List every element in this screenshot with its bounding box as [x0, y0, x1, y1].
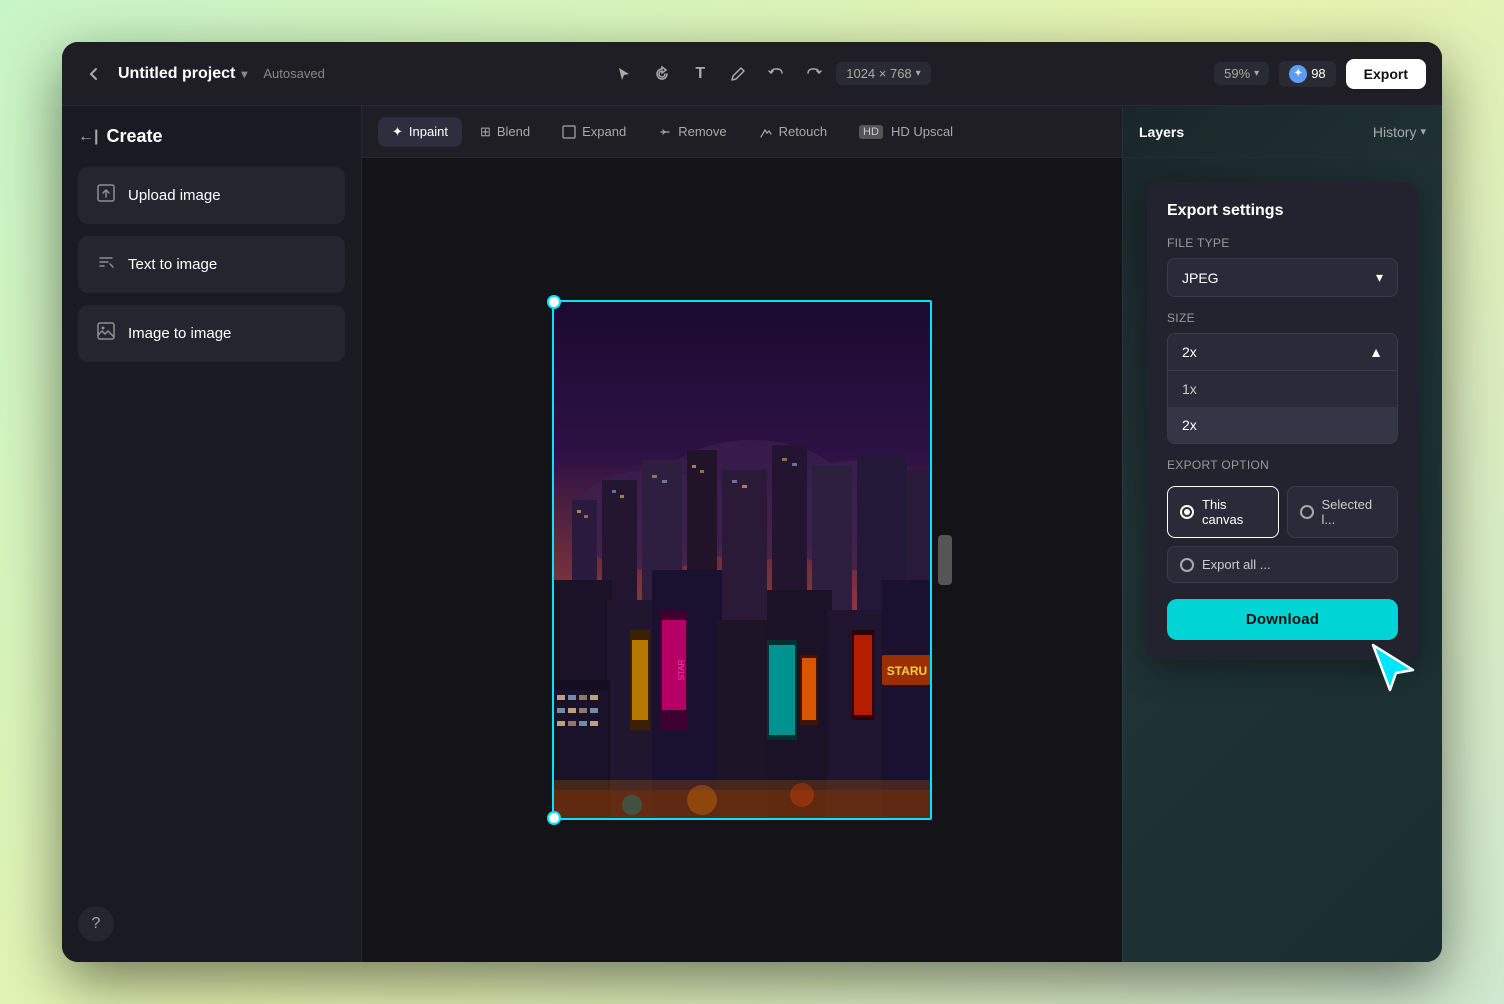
create-label: Create — [106, 126, 162, 147]
selected-radio — [1300, 505, 1314, 519]
export-option-label: Export option — [1167, 458, 1398, 472]
credits-badge[interactable]: ✦ 98 — [1279, 61, 1335, 87]
image-to-image-icon — [96, 321, 116, 346]
size-value: 2x — [1182, 344, 1197, 360]
file-type-value: JPEG — [1182, 270, 1219, 286]
history-dropdown-icon: ▾ — [1420, 125, 1426, 138]
export-all-button[interactable]: Export all ... — [1167, 546, 1398, 583]
retouch-icon — [759, 125, 773, 139]
redo-button[interactable] — [798, 58, 830, 90]
zoom-level-selector[interactable]: 59% ▾ — [1214, 62, 1269, 85]
export-all-radio — [1180, 558, 1194, 572]
size-dropdown-icon: ▲ — [1369, 344, 1383, 360]
left-sidebar: ←| Create Upload image — [62, 106, 362, 962]
project-dropdown-icon: ▾ — [241, 67, 247, 81]
project-name[interactable]: Untitled project ▾ — [118, 65, 247, 83]
main-layout: ←| Create Upload image — [62, 106, 1442, 962]
toolbar: ✦ Inpaint ⊞ Blend Expand Remove Ret — [362, 106, 1122, 158]
tab-expand[interactable]: Expand — [548, 117, 640, 146]
credits-icon: ✦ — [1289, 65, 1307, 83]
app-window: Untitled project ▾ Autosaved T — [62, 42, 1442, 962]
rotate-tool-button[interactable] — [646, 58, 678, 90]
export-button[interactable]: Export — [1346, 59, 1426, 89]
tab-remove[interactable]: Remove — [644, 117, 740, 146]
right-panel: Layers History ▾ Export settings File ty… — [1122, 106, 1442, 962]
upload-icon — [96, 183, 116, 208]
file-type-selector[interactable]: JPEG ▾ — [1167, 258, 1398, 297]
export-settings-panel: Export settings File type JPEG ▾ Size 2x… — [1147, 182, 1418, 660]
download-wrapper: Download — [1167, 583, 1398, 640]
create-header: ←| Create — [78, 126, 345, 147]
top-bar-right: 59% ▾ ✦ 98 Export — [1214, 59, 1426, 89]
export-all-label: Export all ... — [1202, 557, 1271, 572]
inpaint-icon: ✦ — [392, 124, 403, 140]
tab-retouch[interactable]: Retouch — [745, 117, 841, 146]
credits-count: 98 — [1311, 66, 1325, 81]
expand-icon — [562, 125, 576, 139]
text-to-image-button[interactable]: Text to image — [78, 236, 345, 293]
autosaved-status: Autosaved — [263, 66, 324, 81]
size-option-2x[interactable]: 2x — [1168, 407, 1397, 443]
canvas-image-wrapper[interactable]: STAR — [552, 300, 932, 820]
blend-icon: ⊞ — [480, 124, 491, 140]
right-panel-header: Layers History ▾ — [1123, 106, 1442, 158]
create-back-icon: ←| — [78, 128, 98, 146]
tab-layers[interactable]: Layers — [1139, 124, 1184, 140]
tab-blend[interactable]: ⊞ Blend — [466, 117, 544, 147]
this-canvas-label: This canvas — [1202, 497, 1266, 527]
size-option-1x[interactable]: 1x — [1168, 371, 1397, 407]
cursor-arrow — [1368, 640, 1418, 695]
top-bar: Untitled project ▾ Autosaved T — [62, 42, 1442, 106]
sidebar-bottom: ? — [78, 906, 345, 942]
tab-inpaint[interactable]: ✦ Inpaint — [378, 117, 462, 147]
image-to-image-button[interactable]: Image to image — [78, 305, 345, 362]
size-label: Size — [1167, 311, 1398, 325]
remove-icon — [658, 125, 672, 139]
canvas-size-selector[interactable]: 1024 × 768 ▾ — [836, 62, 930, 85]
pen-tool-button[interactable] — [722, 58, 754, 90]
this-canvas-option[interactable]: This canvas — [1167, 486, 1279, 538]
radio-dot — [1184, 509, 1190, 515]
file-type-label: File type — [1167, 236, 1398, 250]
select-tool-button[interactable] — [608, 58, 640, 90]
handle-mid-right[interactable] — [938, 535, 952, 585]
canvas-image: STAR — [552, 300, 932, 820]
canvas-content[interactable]: STAR — [362, 158, 1122, 962]
text-to-image-icon — [96, 252, 116, 277]
canvas-area: ✦ Inpaint ⊞ Blend Expand Remove Ret — [362, 106, 1122, 962]
size-selector[interactable]: 2x ▲ — [1167, 333, 1398, 371]
selected-option[interactable]: Selected l... — [1287, 486, 1399, 538]
text-tool-button[interactable]: T — [684, 58, 716, 90]
top-bar-center: T 1024 × 768 ▾ — [333, 58, 1206, 90]
top-bar-left: Untitled project ▾ Autosaved — [78, 58, 325, 90]
tab-upscal[interactable]: HD HD Upscal — [845, 117, 967, 146]
upscal-label: HD — [859, 125, 883, 139]
export-panel-title: Export settings — [1167, 202, 1398, 220]
file-type-dropdown-icon: ▾ — [1376, 269, 1383, 286]
undo-button[interactable] — [760, 58, 792, 90]
canvas-size-dropdown-icon: ▾ — [916, 68, 921, 79]
help-button[interactable]: ? — [78, 906, 114, 942]
zoom-dropdown-icon: ▾ — [1254, 68, 1259, 79]
svg-text:STAR: STAR — [677, 659, 686, 680]
export-options-row: This canvas Selected l... — [1167, 486, 1398, 538]
tab-history[interactable]: History ▾ — [1373, 124, 1426, 140]
download-button[interactable]: Download — [1167, 599, 1398, 640]
size-dropdown-options: 1x 2x — [1167, 371, 1398, 444]
selected-label: Selected l... — [1322, 497, 1386, 527]
this-canvas-radio — [1180, 505, 1194, 519]
right-panel-content: Export settings File type JPEG ▾ Size 2x… — [1123, 158, 1442, 962]
upload-image-button[interactable]: Upload image — [78, 167, 345, 224]
back-button[interactable] — [78, 58, 110, 90]
svg-text:STARU: STARU — [887, 664, 927, 678]
